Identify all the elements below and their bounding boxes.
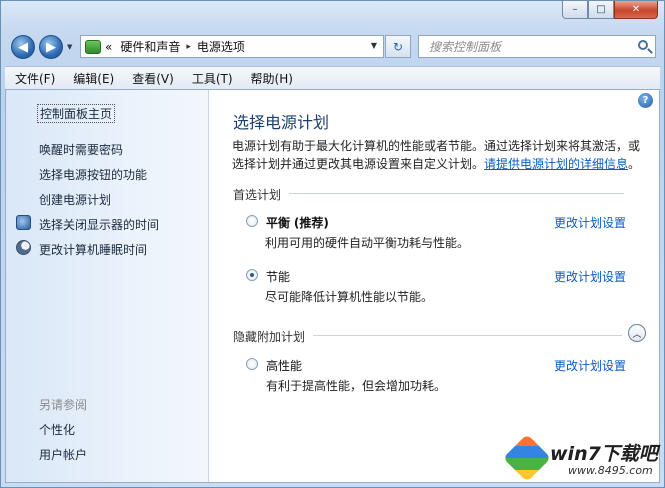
windows-flag-logo-icon	[502, 433, 552, 483]
control-panel-window: – □ ✕ ◀ ▶ ▼ « 硬件和声音 ▸ 电源选项 ▼ ↻ 文件(F) 编辑(…	[0, 0, 665, 488]
sidebar-item-require-password[interactable]: 唤醒时需要密码	[39, 141, 123, 158]
refresh-icon: ↻	[392, 39, 404, 54]
page-description: 电源计划有助于最大化计算机的性能或者节能。通过选择计划来将其激活，或选择计划并通…	[232, 137, 642, 173]
close-button[interactable]: ✕	[614, 1, 658, 19]
menu-tools[interactable]: 工具(T)	[182, 70, 241, 87]
task-pane: 控制面板主页 唤醒时需要密码 选择电源按钮的功能 创建电源计划 选择关闭显示器的…	[6, 90, 209, 482]
address-dropdown-icon[interactable]: ▼	[371, 41, 377, 50]
sidebar-control-panel-home[interactable]: 控制面板主页	[37, 104, 116, 123]
menu-edit[interactable]: 编辑(E)	[63, 70, 122, 87]
plan-power-saver-label[interactable]: 节能	[266, 268, 290, 285]
forward-arrow-icon: ▶	[46, 39, 56, 55]
sidebar-item-sleep-time[interactable]: 更改计算机睡眠时间	[39, 241, 147, 258]
minimize-button[interactable]: –	[562, 1, 588, 19]
menu-help[interactable]: 帮助(H)	[241, 70, 301, 87]
hidden-plans-divider	[313, 335, 622, 336]
page-title: 选择电源计划	[233, 113, 330, 132]
back-button[interactable]: ◀	[11, 35, 35, 59]
sidebar-item-personalization[interactable]: 个性化	[39, 421, 75, 438]
plan-balanced-radio[interactable]	[246, 215, 258, 227]
navigation-bar: ◀ ▶ ▼ « 硬件和声音 ▸ 电源选项 ▼ ↻	[1, 33, 664, 61]
refresh-button[interactable]: ↻	[385, 35, 411, 58]
search-input[interactable]	[427, 38, 631, 55]
help-icon[interactable]: ?	[638, 93, 653, 108]
plan-power-saver-description: 尽可能降低计算机性能以节能。	[265, 290, 434, 304]
caption-buttons: – □ ✕	[562, 1, 658, 21]
plan-balanced-label[interactable]: 平衡 (推荐)	[266, 214, 329, 231]
preferred-plans-header: 首选计划	[233, 188, 282, 202]
watermark-url: www.8495.com	[568, 464, 653, 477]
change-power-saver-settings-link[interactable]: 更改计划设置	[554, 268, 626, 285]
plan-high-performance-label[interactable]: 高性能	[266, 357, 302, 374]
breadcrumb-separator-icon[interactable]: ▸	[186, 42, 191, 52]
plan-details-link[interactable]: 请提供电源计划的详细信息	[484, 157, 628, 171]
breadcrumb-power-options[interactable]: 电源选项	[197, 38, 245, 55]
recent-pages-dropdown[interactable]: ▼	[67, 43, 75, 51]
site-watermark: win7下载吧 www.8495.com	[502, 433, 660, 483]
plan-power-saver-radio[interactable]	[246, 269, 258, 281]
see-also-title: 另请参阅	[39, 398, 88, 412]
change-high-performance-settings-link[interactable]: 更改计划设置	[554, 357, 626, 374]
sleep-moon-icon	[16, 240, 31, 255]
back-arrow-icon: ◀	[18, 39, 28, 55]
menu-bar: 文件(F) 编辑(E) 查看(V) 工具(T) 帮助(H)	[5, 66, 660, 90]
menu-view[interactable]: 查看(V)	[122, 70, 182, 87]
sidebar-item-display-off-time[interactable]: 选择关闭显示器的时间	[39, 216, 159, 233]
main-panel: ? 选择电源计划 电源计划有助于最大化计算机的性能或者节能。通过选择计划来将其激…	[209, 90, 659, 482]
change-balanced-settings-link[interactable]: 更改计划设置	[554, 214, 626, 231]
breadcrumb-hardware-sound[interactable]: 硬件和声音	[120, 38, 180, 55]
plan-high-performance-description: 有利于提高性能，但会增加功耗。	[266, 379, 447, 393]
watermark-title: win7下载吧	[550, 443, 658, 465]
sidebar-item-create-plan[interactable]: 创建电源计划	[39, 191, 111, 208]
plan-high-performance-radio[interactable]	[246, 358, 258, 370]
description-end: 。	[628, 157, 641, 171]
sidebar-item-power-buttons[interactable]: 选择电源按钮的功能	[39, 166, 147, 183]
forward-button[interactable]: ▶	[39, 35, 63, 59]
display-icon	[16, 215, 31, 230]
address-overflow[interactable]: «	[105, 40, 112, 54]
control-panel-icon	[85, 39, 101, 54]
content-area: 控制面板主页 唤醒时需要密码 选择电源按钮的功能 创建电源计划 选择关闭显示器的…	[5, 89, 660, 483]
preferred-plans-divider	[289, 193, 624, 194]
search-box[interactable]	[418, 35, 656, 58]
maximize-button[interactable]: □	[588, 1, 614, 19]
search-icon[interactable]	[638, 40, 648, 50]
menu-file[interactable]: 文件(F)	[5, 70, 63, 87]
sidebar-item-user-accounts[interactable]: 用户帐户	[39, 446, 87, 463]
address-bar[interactable]: « 硬件和声音 ▸ 电源选项 ▼	[80, 35, 384, 58]
collapse-chevron-icon[interactable]: ︿	[628, 324, 646, 342]
plan-balanced-description: 利用可用的硬件自动平衡功耗与性能。	[265, 236, 470, 250]
hidden-plans-header: 隐藏附加计划	[233, 330, 306, 344]
